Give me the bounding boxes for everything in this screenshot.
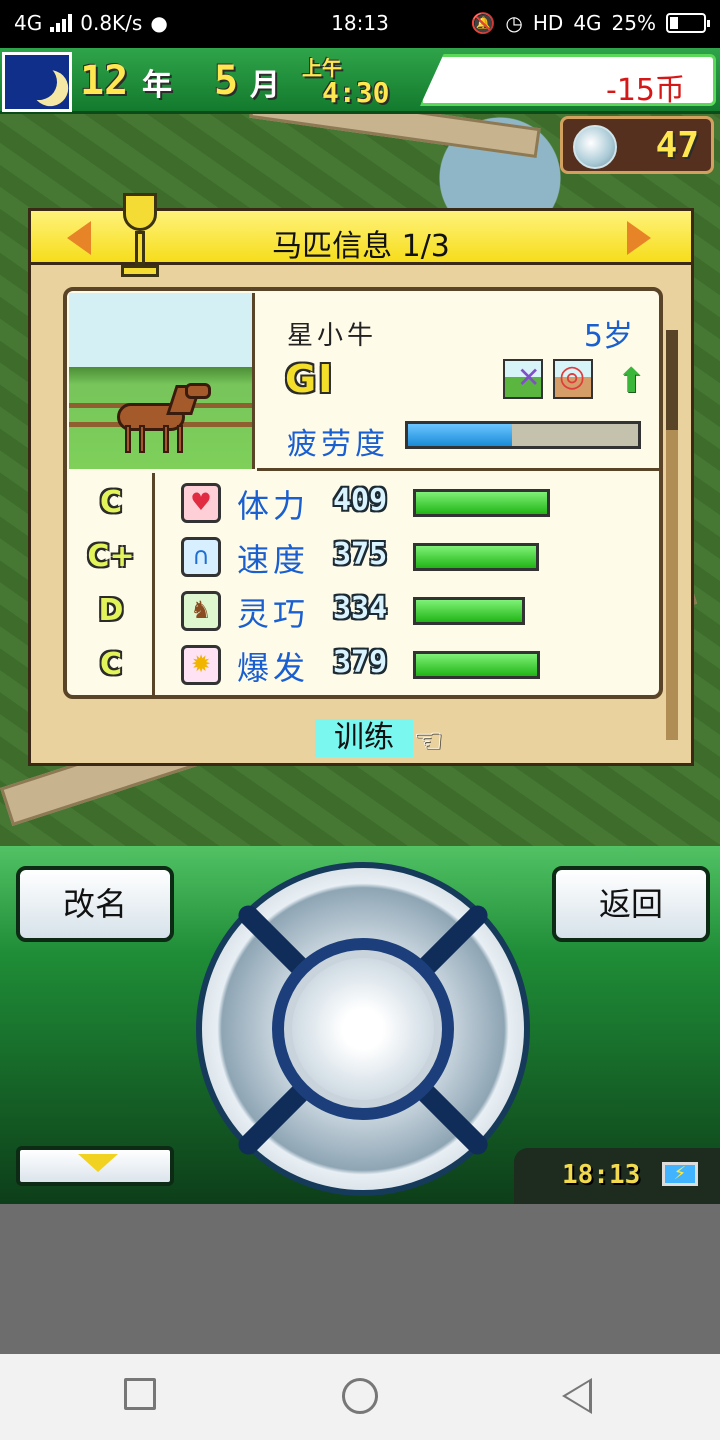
stats-section: C C+ D C ♥ 体力 409 ∩ 速度 375 ♞ 灵巧 334 ✹ 爆发… (67, 473, 659, 695)
horse-medal-icon (573, 125, 617, 169)
month-value: 5 (214, 58, 239, 104)
back-icon[interactable] (562, 1378, 592, 1414)
stat-label: 灵巧 (237, 595, 310, 633)
stat-row-agility: ♞ 灵巧 334 (181, 589, 651, 637)
burst-grade: C (99, 647, 123, 682)
network-indicator-right: 4G (573, 11, 602, 35)
panel-scrollbar[interactable] (666, 330, 678, 740)
fatigue-fill (408, 424, 512, 446)
rename-button[interactable]: 改名 (16, 866, 174, 942)
medal-count: 47 (655, 125, 699, 166)
horse-info-panel: 马匹信息 1/3 星小牛 5岁 GI ⬆ 疲劳度 (28, 193, 694, 766)
game-time: 4:30 (322, 76, 390, 109)
horse-icon: ♞ (181, 591, 221, 631)
collapse-button[interactable] (16, 1146, 174, 1186)
month-label: 月 (250, 68, 280, 103)
hd-indicator: HD (532, 11, 564, 35)
stat-bar (413, 597, 525, 625)
top-hud: 12 年 5 月 上午 4:30 -15币 (0, 48, 720, 114)
dirt-aptitude-icon (553, 359, 593, 399)
blank-area (0, 1204, 720, 1354)
fatigue-label: 疲劳度 (287, 427, 389, 462)
burst-icon: ✹ (181, 645, 221, 685)
heart-icon: ♥ (181, 483, 221, 523)
stat-bar (413, 651, 540, 679)
dpad-center-button[interactable] (284, 950, 442, 1108)
stat-bar (413, 489, 550, 517)
stat-bar (413, 543, 539, 571)
recent-apps-icon[interactable] (124, 1378, 156, 1410)
android-navigation-bar (0, 1354, 720, 1440)
directional-pad[interactable] (196, 862, 530, 1196)
speed-grade: C+ (87, 539, 135, 574)
next-horse-arrow-icon[interactable] (627, 221, 651, 255)
device-clock-time: 18:13 (562, 1160, 641, 1190)
stat-value: 375 (333, 537, 388, 572)
stat-row-stamina: ♥ 体力 409 (181, 481, 651, 529)
alarm-icon: ◷ (505, 11, 523, 35)
money-value: -15币 (606, 73, 685, 108)
stat-label: 速度 (237, 541, 310, 579)
stat-row-speed: ∩ 速度 375 (181, 535, 651, 583)
stat-label: 体力 (237, 487, 310, 525)
stat-label: 爆发 (237, 649, 310, 687)
growth-up-arrow-icon: ⬆ (617, 361, 646, 401)
night-indicator (2, 52, 72, 112)
stamina-grade: C (99, 485, 123, 520)
battery-percent: 25% (611, 11, 656, 35)
stat-value: 379 (333, 645, 388, 680)
controller-area: 改名 返回 18:13 ⚡ (0, 846, 720, 1204)
horse-name: 星小牛 (287, 321, 378, 351)
chevron-down-icon (78, 1154, 118, 1172)
pointing-hand-icon: ☜ (413, 721, 444, 761)
stat-value: 409 (333, 483, 388, 518)
battery-charge-icon: ⚡ (662, 1162, 698, 1186)
agility-grade: D (98, 593, 124, 628)
race-grade: GI (285, 357, 335, 401)
device-clock: 18:13 ⚡ (514, 1148, 720, 1204)
status-right: 🔕 ◷ HD 4G 25% (470, 11, 710, 35)
horse-age: 5岁 (583, 319, 633, 354)
horse-icon (107, 377, 215, 459)
stat-grades-column: C C+ D C (67, 473, 155, 695)
system-status-bar: 4G 0.8K/s ● 18:13 🔕 ◷ HD 4G 25% (0, 0, 720, 48)
money-display: -15币 (420, 54, 716, 106)
battery-icon (666, 13, 710, 33)
horse-card: 星小牛 5岁 GI ⬆ 疲劳度 C C+ D C ♥ 体力 (63, 287, 663, 699)
fatigue-bar (405, 421, 641, 449)
trophy-icon (115, 185, 165, 289)
home-icon[interactable] (342, 1378, 378, 1414)
horse-portrait (69, 293, 255, 469)
stat-value: 334 (333, 591, 388, 626)
stat-row-burst: ✹ 爆发 379 (181, 643, 651, 691)
back-button[interactable]: 返回 (552, 866, 710, 942)
year-label: 年 (142, 68, 172, 103)
mute-icon: 🔕 (470, 11, 496, 35)
horseshoe-icon: ∩ (181, 537, 221, 577)
scroll-thumb[interactable] (666, 330, 678, 430)
turf-aptitude-icon (503, 359, 543, 399)
medal-counter[interactable]: 47 (560, 116, 714, 174)
horse-summary: 星小牛 5岁 GI ⬆ 疲劳度 (257, 291, 661, 471)
train-button[interactable]: 训练 (315, 719, 413, 757)
moon-icon (18, 61, 60, 103)
year-value: 12 (80, 58, 129, 104)
game-screen: 12 年 5 月 上午 4:30 -15币 47 马匹信息 1/3 星小牛 5岁… (0, 48, 720, 846)
